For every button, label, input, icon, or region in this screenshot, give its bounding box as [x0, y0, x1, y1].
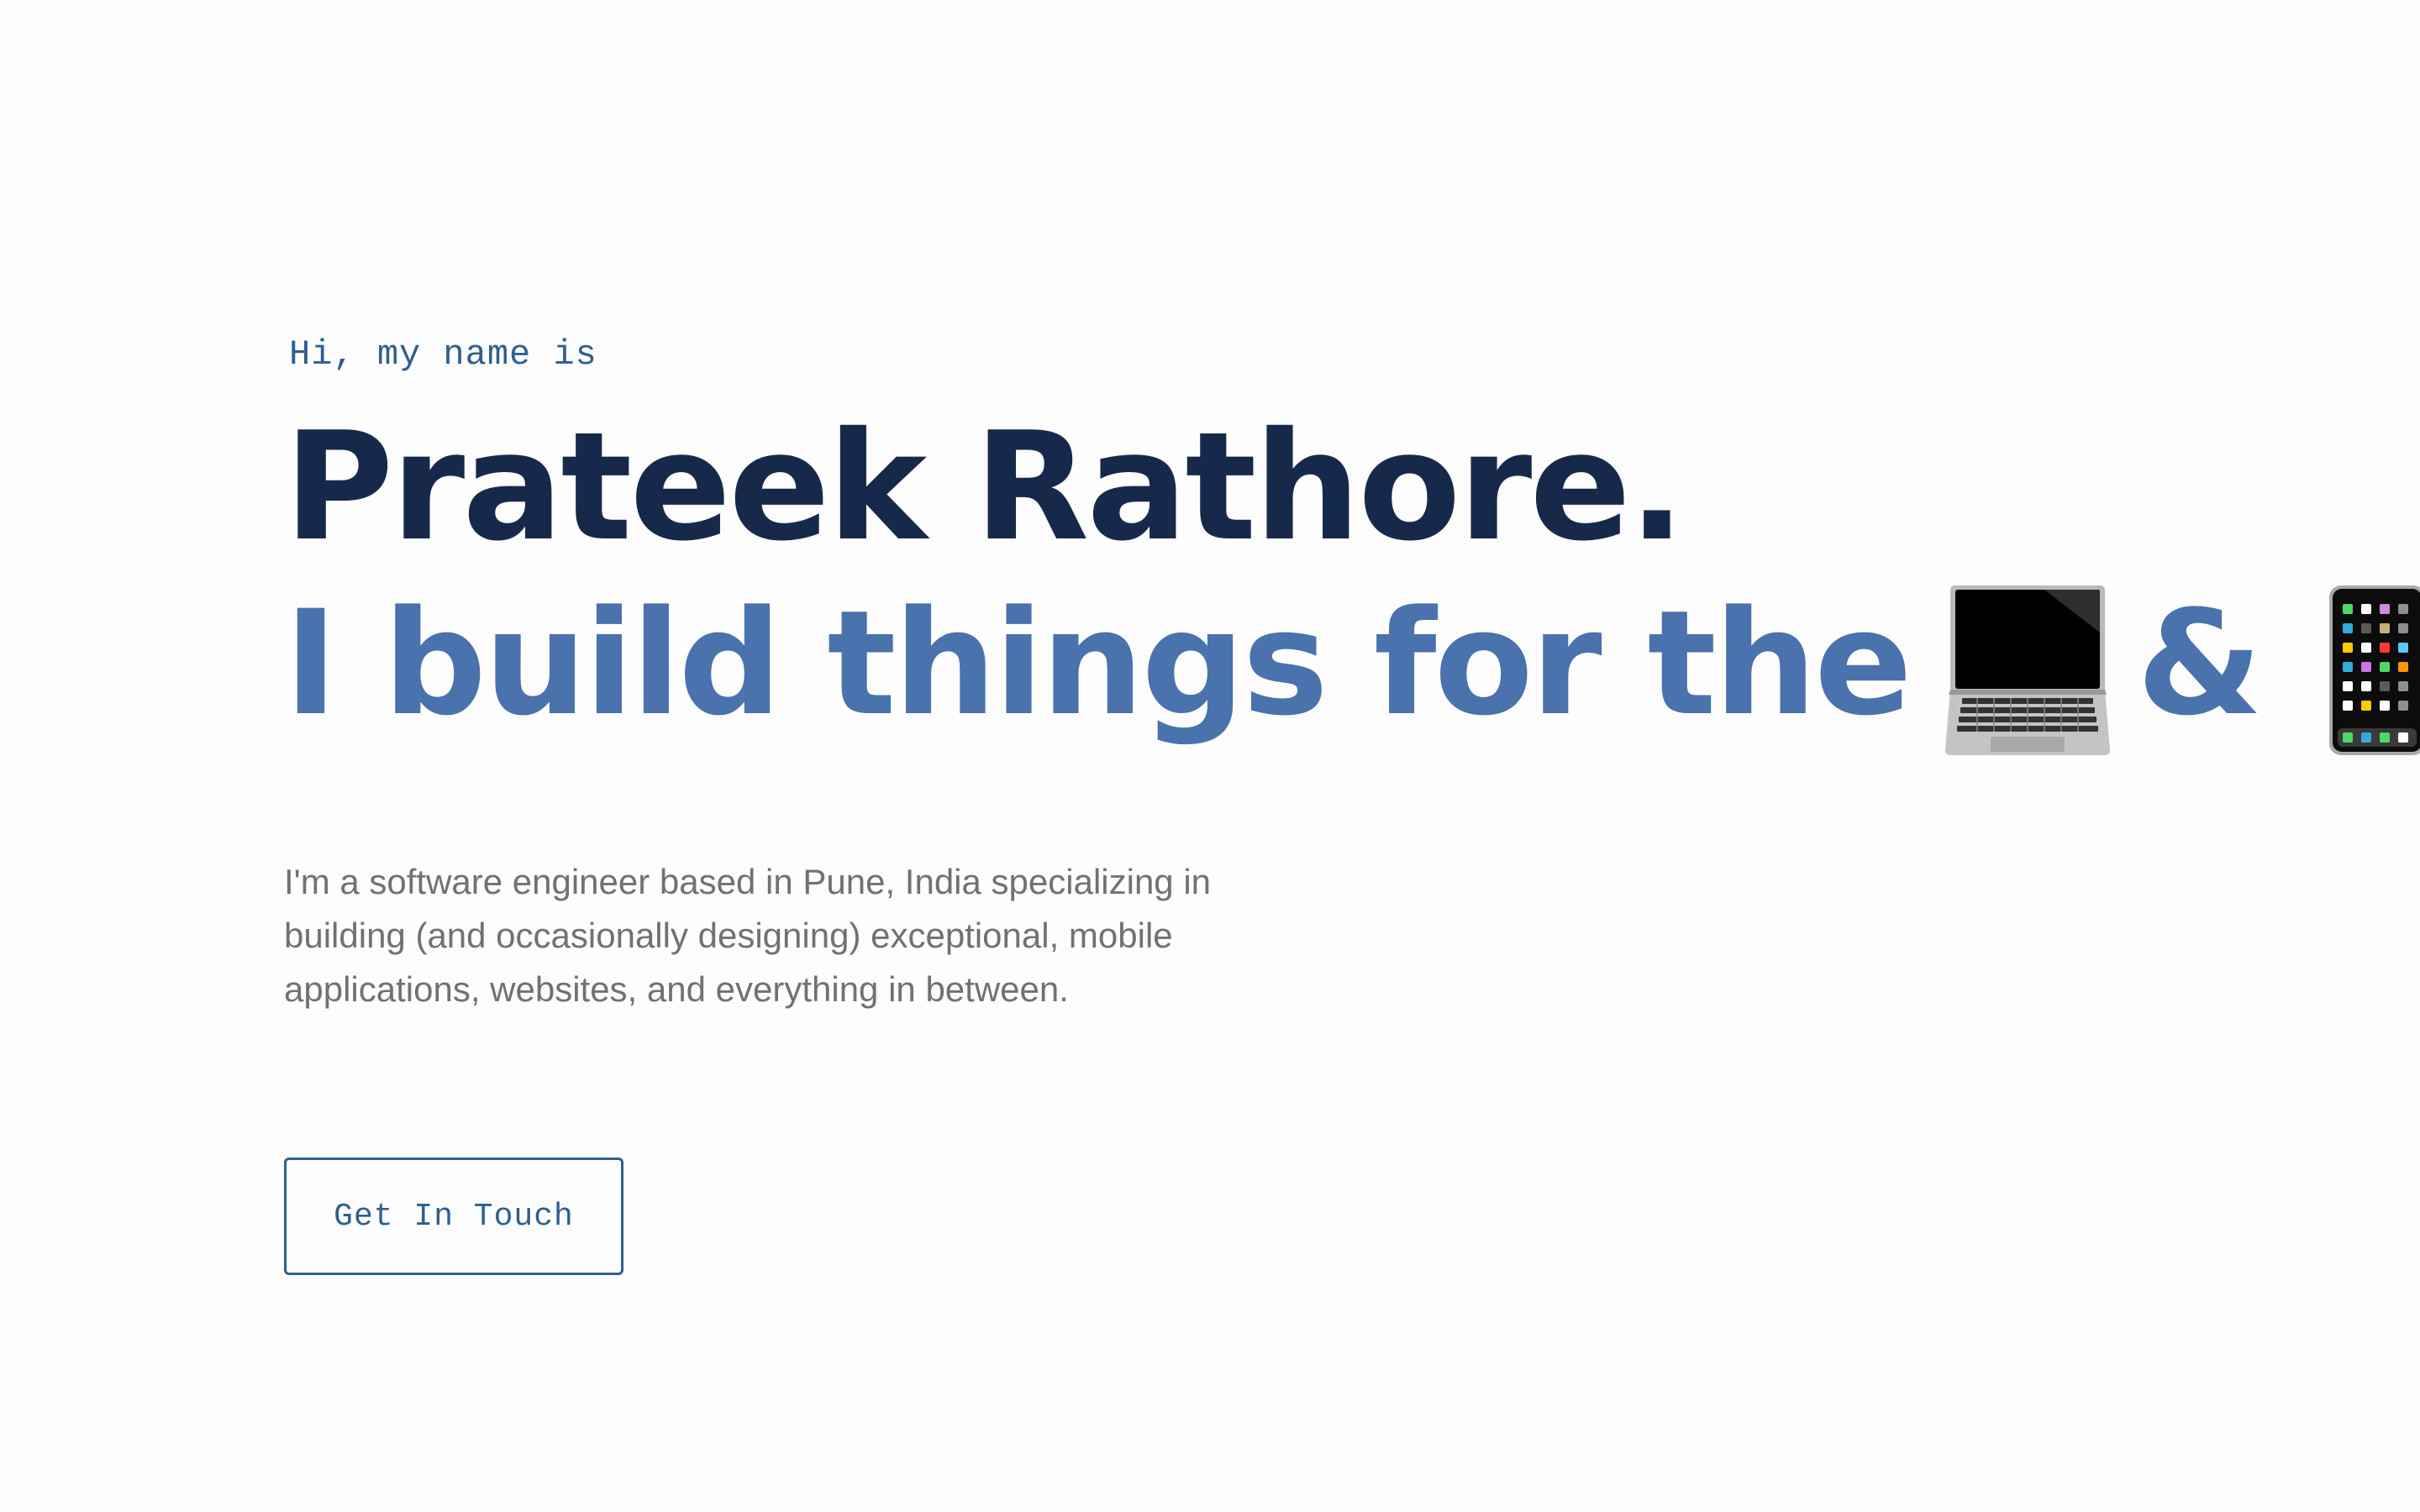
get-in-touch-button[interactable]: Get In Touch	[284, 1158, 623, 1275]
tagline-text: I build things for the	[284, 579, 1912, 748]
name-heading: Prateek Rathore.	[284, 400, 1686, 574]
mobile-phone-icon	[2328, 584, 2420, 757]
bio-paragraph: I'm a software engineer based in Pune, I…	[284, 862, 1212, 1009]
greeting-text: Hi, my name is	[289, 334, 597, 375]
tagline-heading: I build things for the &	[284, 571, 2420, 756]
hero-section: Hi, my name is Prateek Rathore. I build …	[284, 0, 2420, 1512]
ampersand-text: &	[2136, 579, 2263, 748]
laptop-icon	[1944, 582, 2112, 759]
